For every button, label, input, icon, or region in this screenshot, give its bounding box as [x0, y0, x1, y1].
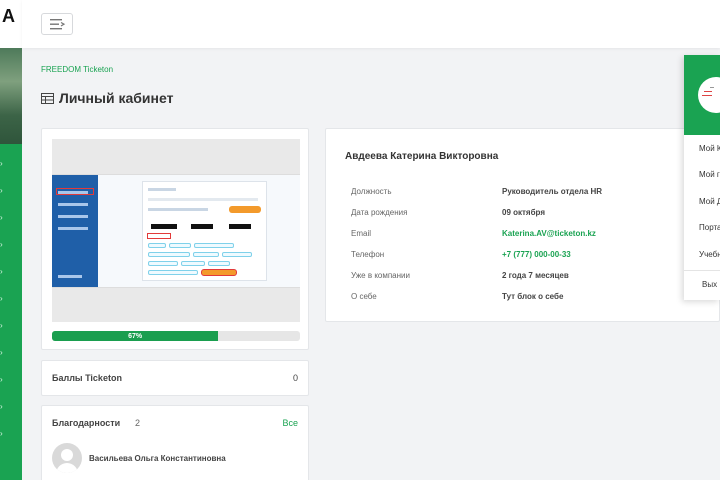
progress-bar: 67%	[52, 331, 300, 341]
sidebar-chevron-icon[interactable]: ›	[0, 402, 8, 412]
profile-value-tenure: 2 года 7 месяцев	[502, 271, 569, 280]
sidebar-logo-area: A	[0, 0, 22, 48]
sidebar-chevron-icon[interactable]: ›	[0, 375, 8, 385]
points-card: Баллы Ticketon 0	[41, 360, 309, 396]
dropdown-item[interactable]: Мой К	[699, 144, 720, 153]
sidebar-chevron-icon[interactable]: ›	[0, 267, 8, 277]
user-dropdown-menu: Мой К Мой г Мой Д Порта Учебн Вых	[684, 55, 720, 300]
profile-value-birthday: 09 октября	[502, 208, 545, 217]
dropdown-header	[684, 55, 720, 135]
points-label: Баллы Ticketon	[52, 373, 122, 383]
dropdown-item[interactable]: Мой Д	[699, 197, 720, 206]
progress-fill: 67%	[52, 331, 219, 341]
profile-full-name: Авдеева Катерина Викторовна	[345, 151, 499, 162]
profile-label-tenure: Уже в компании	[351, 271, 410, 280]
points-value: 0	[292, 373, 298, 383]
logout-item[interactable]: Вых	[702, 280, 717, 289]
profile-value-about: Тут блок о себе	[502, 292, 564, 301]
profile-label-phone: Телефон	[351, 250, 385, 259]
sidebar-chevron-icon[interactable]: ›	[0, 213, 8, 223]
company-logo-icon	[698, 77, 720, 113]
profile-label-email: Email	[351, 229, 372, 238]
left-sidebar: A › › › › › › › › › › ›	[0, 0, 22, 480]
page-title: Личный кабинет	[41, 90, 173, 106]
table-icon	[41, 92, 54, 104]
thanks-title: Благодарности	[52, 418, 121, 428]
sidebar-chevron-icon[interactable]: ›	[0, 159, 8, 169]
thanks-card: Благодарности 2 Все Васильева Ольга Конс…	[41, 405, 309, 480]
preview-screenshot	[52, 174, 300, 288]
sidebar-chevron-icon[interactable]: ›	[0, 186, 8, 196]
sidebar-user-photo	[0, 48, 22, 144]
breadcrumb[interactable]: FREEDOM Ticketon	[41, 65, 113, 74]
thanks-count: 2	[135, 418, 141, 428]
dropdown-item[interactable]: Учебн	[699, 250, 720, 259]
sidebar-chevron-icon[interactable]: ›	[0, 429, 8, 439]
profile-value-phone[interactable]: +7 (777) 000-00-33	[502, 250, 571, 259]
preview-image[interactable]	[52, 139, 300, 322]
menu-toggle-button[interactable]	[41, 13, 73, 35]
profile-label-birthday: Дата рождения	[351, 208, 408, 217]
sidebar-logo[interactable]: A	[2, 6, 15, 27]
sidebar-chevron-icon[interactable]: ›	[0, 321, 8, 331]
avatar[interactable]	[52, 443, 82, 473]
preview-highlight	[56, 188, 94, 195]
profile-label-about: О себе	[351, 292, 377, 301]
dropdown-divider	[684, 270, 720, 271]
sidebar-chevron-icon[interactable]: ›	[0, 348, 8, 358]
profile-card: Авдеева Катерина Викторовна Должность Ру…	[325, 128, 720, 322]
page-title-text: Личный кабинет	[59, 90, 174, 106]
preview-card: 67%	[41, 128, 309, 350]
preview-panel	[142, 181, 267, 281]
profile-value-email[interactable]: Katerina.AV@ticketon.kz	[502, 229, 596, 238]
top-header	[22, 0, 720, 48]
menu-collapse-icon	[50, 19, 66, 30]
sidebar-chevron-icon[interactable]: ›	[0, 294, 8, 304]
dropdown-item[interactable]: Мой г	[699, 170, 720, 179]
sidebar-chevron-icon[interactable]: ›	[0, 240, 8, 250]
profile-value-position: Руководитель отдела HR	[502, 187, 603, 196]
profile-label-position: Должность	[351, 187, 392, 196]
thanks-person-name[interactable]: Васильева Ольга Константиновна	[89, 454, 226, 463]
thanks-all-link[interactable]: Все	[282, 418, 298, 428]
dropdown-item[interactable]: Порта	[699, 223, 720, 232]
